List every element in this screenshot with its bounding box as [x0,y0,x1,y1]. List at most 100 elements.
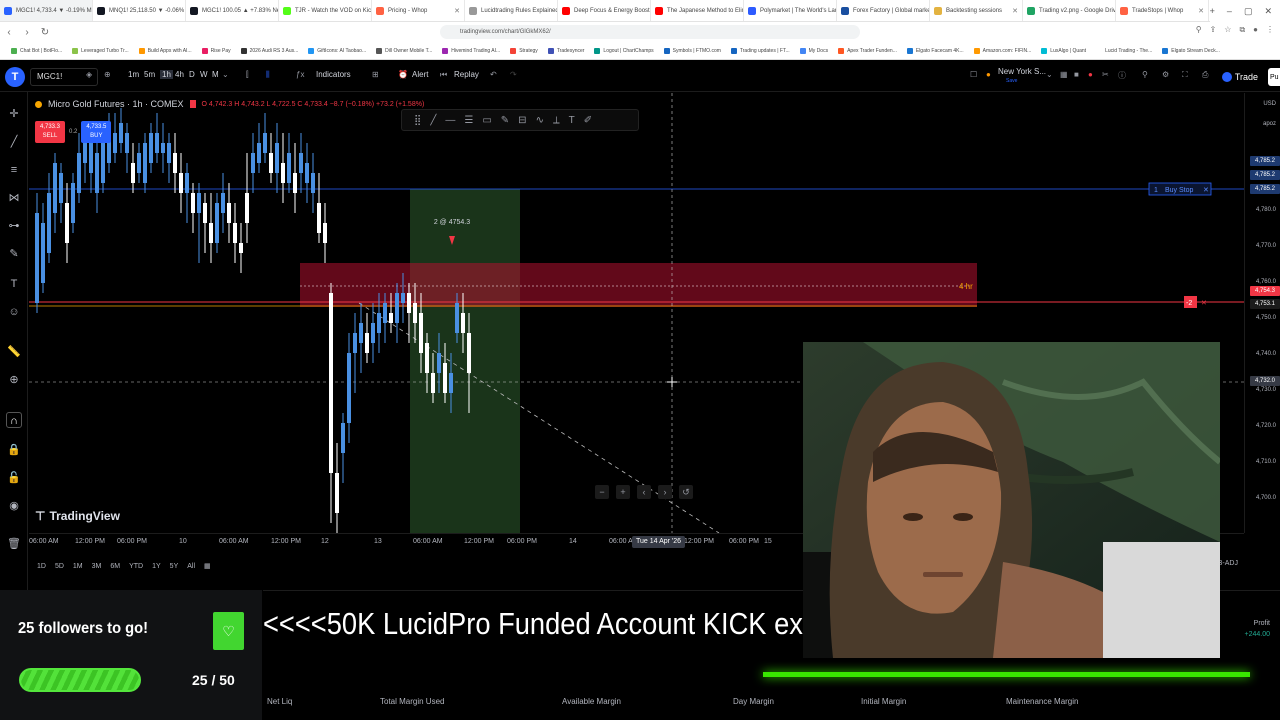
share-icon[interactable]: ⇪ [1210,25,1217,35]
vline-tool-icon[interactable]: ⟂ [553,115,560,126]
hide-icon[interactable]: ◉ [6,498,22,514]
reset-chart-icon[interactable]: ↺ [679,485,693,499]
zoom-in-icon[interactable]: ⊕ [6,372,22,388]
browser-tab[interactable]: Trading v2.png - Google Drive✕ [1023,0,1116,21]
range-5d[interactable]: 5D [55,563,64,570]
pattern-icon[interactable]: ⋈ [6,190,22,206]
browser-tab[interactable]: Backtesting sessions ✕ [930,0,1023,21]
stop-icon[interactable]: ■ [1074,70,1079,79]
brush-tool-icon[interactable]: ✎ [501,115,509,126]
pencil-tool-icon[interactable]: ✐ [584,115,592,126]
close-window-icon[interactable]: ✕ [1264,6,1272,17]
range-1m[interactable]: 1M [73,563,83,570]
extensions-icon[interactable]: ⧉ [1239,25,1245,35]
tradingview-logo[interactable]: T [5,67,25,87]
channel-tool-icon[interactable]: ☰ [464,115,473,126]
menu-icon[interactable]: ⋮ [1266,25,1274,35]
magnet-icon[interactable]: ∩ [6,412,22,428]
lock-icon[interactable]: 🔒 [6,442,22,458]
trade-button[interactable]: Trade [1216,68,1264,86]
bookmark-item[interactable]: Symbols | FTMO.com [659,47,726,54]
browser-tab[interactable]: The Japanese Method to Eliminate✕ [651,0,744,21]
indicators-icon[interactable]: ƒx [296,70,304,79]
scissors-icon[interactable]: ✂ [1102,70,1109,79]
browser-tab[interactable]: Forex Factory | Global markets for th✕ [837,0,930,21]
url-field[interactable]: tradingview.com/chart/GlGkMX62/ [440,25,860,39]
bookmark-item[interactable]: Trading updates | FT... [726,47,795,54]
interval-4h[interactable]: 4h [175,70,184,79]
bookmark-item[interactable]: LuxAlgo | Quant [1036,47,1091,54]
range-5y[interactable]: 5Y [170,563,179,570]
browser-tab[interactable]: MNQ1! 25,118.50 ▼ -0.06% N✕ [93,0,186,21]
forward-icon[interactable]: › [18,27,36,38]
sell-button[interactable]: 4,733.3 SELL [35,121,65,143]
camera-icon[interactable]: ⎙ [1202,70,1208,80]
publish-button[interactable]: Pu [1268,68,1280,86]
text-tool-icon[interactable]: T [569,115,575,126]
compare-icon[interactable]: ◈ [86,70,92,79]
interval-dropdown-icon[interactable]: ⌄ [222,70,229,79]
layouts-icon[interactable]: ⊞ [372,70,379,79]
browser-tab[interactable]: TJR - Watch the VOD on Kick✕ [279,0,372,21]
scroll-right-icon[interactable]: › [658,485,672,499]
bookmark-item[interactable]: Strategy [505,47,543,54]
hline-tool-icon[interactable]: — [445,115,455,126]
redo-icon[interactable]: ↷ [510,70,517,79]
range-6m[interactable]: 6M [110,563,120,570]
range-all[interactable]: All [187,563,195,570]
zoom-in-small-icon[interactable]: + [616,485,630,499]
rect-tool-icon[interactable]: ▭ [482,115,491,126]
avatar-icon[interactable]: ● [986,70,991,79]
session-b-adj[interactable]: B-ADJ [1218,560,1238,567]
bookmark-item[interactable]: Leveraged Turbo Tr... [67,47,134,54]
date-range-icon[interactable]: ▦ [204,562,211,570]
browser-tab[interactable]: TradeStops | Whop ✕ [1116,0,1209,21]
browser-tab[interactable]: Lucidtrading Rules Explained✕ [465,0,558,21]
crosshair-icon[interactable]: ✛ [6,106,22,122]
interval-w[interactable]: W [200,70,208,79]
bookmark-item[interactable]: GiftIcons: AI Taobao... [303,47,371,54]
interval-1h[interactable]: 1h [160,70,173,79]
path-tool-icon[interactable]: ∿ [536,115,544,126]
zoom-out-icon[interactable]: − [595,485,609,499]
bookmark-item[interactable]: Elgato Facecam 4K... [902,47,969,54]
timezone-save[interactable]: Save [1006,78,1017,84]
range-1d[interactable]: 1D [37,563,46,570]
browser-tab[interactable]: Pricing - Whop ✕ [372,0,465,21]
browser-tab[interactable]: Polymarket | The World's Largest Pr✕ [744,0,837,21]
tab-close-icon[interactable]: ✕ [1195,7,1204,15]
bookmark-item[interactable]: Hivemind Trading AI... [437,47,505,54]
icons-tool-icon[interactable]: ☺ [6,304,22,320]
browser-tab[interactable]: Deep Focus & Energy Boost✕ [558,0,651,21]
profile-icon[interactable]: ● [1253,25,1258,35]
interval-m[interactable]: M [212,70,219,79]
bookmark-item[interactable]: Logout | ChartChamps [589,47,658,54]
bar-style-icon[interactable]: ⫿ [246,70,249,80]
bookmark-item[interactable]: Amazon.com: FIFIN... [969,47,1037,54]
settings-icon[interactable]: ⚙ [1162,70,1169,79]
lock-drawings-icon[interactable]: 🔓 [6,470,22,486]
tz-dropdown-icon[interactable]: ⌄ [1046,70,1053,79]
line-tool-icon[interactable]: ╱ [430,115,436,126]
search-icon[interactable]: ⚲ [1142,70,1148,79]
drag-handle-icon[interactable]: ⣿ [414,115,421,126]
indicators-button[interactable]: Indicators [316,70,351,79]
bookmark-item[interactable]: Tradesyncer [543,47,590,54]
fullscreen-icon[interactable]: ⛶ [1182,70,1188,80]
maximize-icon[interactable]: ▢ [1244,6,1253,17]
minimize-icon[interactable]: – [1227,6,1232,16]
candles-icon[interactable]: ⫼ [266,70,270,80]
add-symbol-icon[interactable]: ⊕ [104,70,111,79]
bookmark-item[interactable]: Dill Owner Mobile T... [371,47,437,54]
interval-d[interactable]: D [189,70,195,79]
buy-button[interactable]: 4,733.5 BUY [81,121,112,143]
back-icon[interactable]: ‹ [0,27,18,38]
replay-icon[interactable]: ⏮ [440,70,447,80]
reload-icon[interactable]: ↻ [36,27,54,38]
bookmark-item[interactable]: My Docs [795,47,833,54]
bookmark-item[interactable]: Build Apps with AI... [134,47,197,54]
text-tool-icon[interactable]: T [6,276,22,292]
bookmark-star-icon[interactable]: ☆ [1224,25,1231,35]
timezone-label[interactable]: New York S... [998,67,1046,76]
scroll-left-icon[interactable]: ‹ [637,485,651,499]
